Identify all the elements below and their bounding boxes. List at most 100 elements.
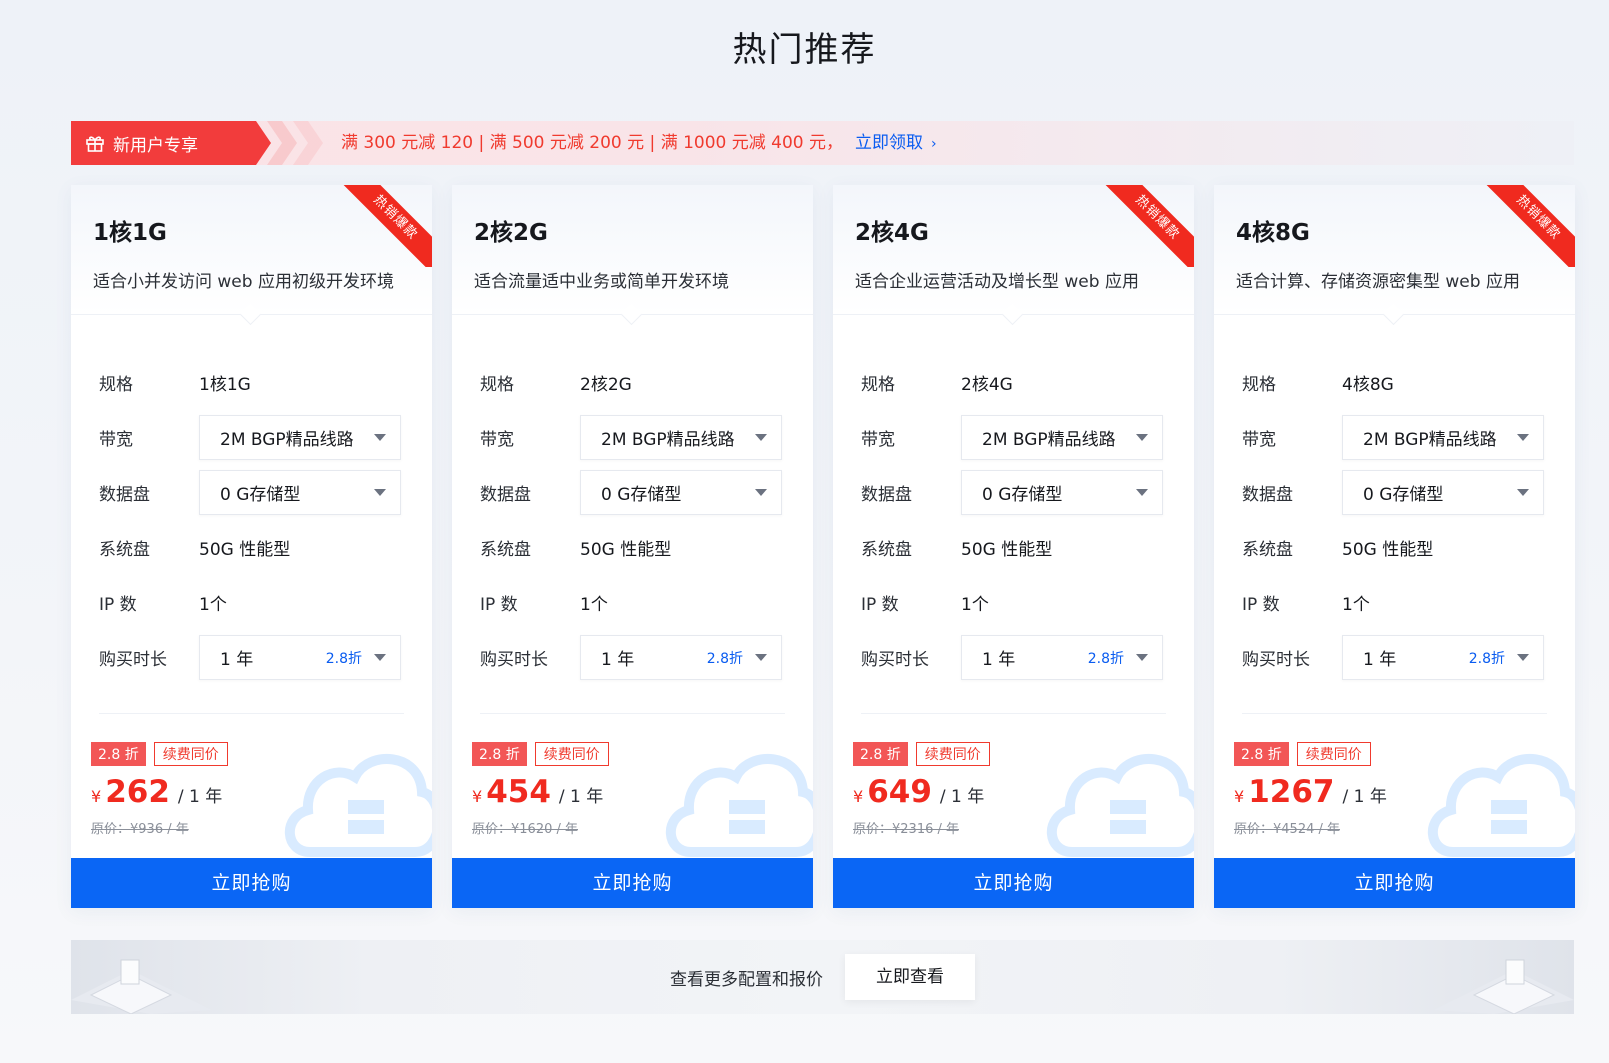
spec-value: 2核2G: [580, 375, 632, 395]
ip-count-value: 1个: [1342, 595, 1370, 615]
hot-ribbon-label: 热销爆款: [1479, 185, 1575, 267]
bandwidth-select[interactable]: 2M BGP精品线路: [1342, 415, 1544, 460]
server-illustration: [1434, 959, 1574, 1014]
system-disk-label: 系统盘: [861, 540, 912, 560]
server-illustration: [71, 959, 211, 1014]
caret-down-icon: [755, 489, 767, 496]
spec-value: 4核8G: [1342, 375, 1394, 395]
duration-discount: 2.8折: [1468, 650, 1505, 667]
duration-discount: 2.8折: [706, 650, 743, 667]
ip-count-label: IP 数: [861, 595, 899, 615]
spec-list: 规格 1核1G 带宽 2M BGP精品线路 数据盘 0 G存储型 系统盘 50G: [71, 315, 432, 685]
bandwidth-select[interactable]: 2M BGP精品线路: [199, 415, 401, 460]
caret-down-icon: [755, 654, 767, 661]
hot-ribbon-label: 热销爆款: [1098, 185, 1194, 267]
spec-row: 规格 1核1G: [99, 355, 404, 410]
data-disk-select[interactable]: 0 G存储型: [580, 470, 782, 515]
duration-select[interactable]: 1 年 2.8折: [199, 635, 401, 680]
card-title: 2核2G: [474, 220, 548, 246]
currency-symbol: ¥: [853, 787, 864, 806]
promo-tag-label: 新用户专享: [113, 135, 198, 156]
spec-list: 规格 2核2G 带宽 2M BGP精品线路 数据盘 0 G存储型 系统盘 50G: [452, 315, 813, 685]
data-disk-select[interactable]: 0 G存储型: [1342, 470, 1544, 515]
cloud-server-icon: [665, 754, 813, 857]
promo-offer-text: 满 300 元减 120 | 满 500 元减 200 元 | 满 1000 元…: [341, 133, 844, 153]
system-disk-row: 系统盘 50G 性能型: [99, 520, 404, 575]
caret-down-icon: [1517, 654, 1529, 661]
bandwidth-select[interactable]: 2M BGP精品线路: [580, 415, 782, 460]
ip-count-label: IP 数: [1242, 595, 1280, 615]
product-card: 2核2G 适合流量适中业务或简单开发环境 规格 2核2G 带宽 2M BGP精品…: [452, 185, 813, 908]
price-area: 2.8 折 续费同价 ¥ 454 / 1 年 原价：¥1620 / 年: [452, 714, 813, 864]
chevron-decoration: [267, 121, 297, 165]
duration-select[interactable]: 1 年 2.8折: [580, 635, 782, 680]
caret-down-icon: [1136, 654, 1148, 661]
price-area: 2.8 折 续费同价 ¥ 262 / 1 年 原价：¥936 / 年: [71, 714, 432, 864]
spec-label: 规格: [99, 375, 133, 395]
data-disk-value: 0 G存储型: [220, 485, 301, 505]
card-header: 4核8G 适合计算、存储资源密集型 web 应用 热销爆款: [1214, 185, 1575, 315]
data-disk-label: 数据盘: [1242, 485, 1293, 505]
caret-down-icon: [755, 434, 767, 441]
card-description: 适合流量适中业务或简单开发环境: [474, 272, 729, 292]
bandwidth-value: 2M BGP精品线路: [1363, 430, 1497, 450]
card-description: 适合计算、存储资源密集型 web 应用: [1236, 272, 1520, 292]
product-card: 2核4G 适合企业运营活动及增长型 web 应用 热销爆款 规格 2核4G 带宽…: [833, 185, 1194, 908]
card-header: 2核2G 适合流量适中业务或简单开发环境: [452, 185, 813, 315]
renew-badge: 续费同价: [153, 742, 228, 766]
duration-select[interactable]: 1 年 2.8折: [1342, 635, 1544, 680]
bandwidth-label: 带宽: [861, 430, 895, 450]
buy-now-button[interactable]: 立即抢购: [833, 858, 1194, 908]
system-disk-row: 系统盘 50G 性能型: [861, 520, 1166, 575]
price-area: 2.8 折 续费同价 ¥ 649 / 1 年 原价：¥2316 / 年: [833, 714, 1194, 864]
gift-icon: [86, 136, 104, 152]
data-disk-row: 数据盘 0 G存储型: [1242, 465, 1547, 520]
buy-now-button[interactable]: 立即抢购: [1214, 858, 1575, 908]
claim-link[interactable]: 立即领取 ›: [855, 133, 937, 153]
data-disk-value: 0 G存储型: [982, 485, 1063, 505]
claim-link-label: 立即领取: [855, 133, 924, 153]
duration-value: 1 年: [220, 650, 254, 670]
view-more-button[interactable]: 立即查看: [845, 954, 975, 1000]
ip-count-value: 1个: [199, 595, 227, 615]
renew-badge: 续费同价: [534, 742, 609, 766]
bandwidth-value: 2M BGP精品线路: [601, 430, 735, 450]
hot-ribbon: 热销爆款: [1479, 185, 1575, 267]
product-card: 4核8G 适合计算、存储资源密集型 web 应用 热销爆款 规格 4核8G 带宽…: [1214, 185, 1575, 908]
system-disk-label: 系统盘: [480, 540, 531, 560]
cloud-server-icon: [284, 754, 432, 857]
system-disk-label: 系统盘: [99, 540, 150, 560]
bandwidth-row: 带宽 2M BGP精品线路: [1242, 410, 1547, 465]
more-text: 查看更多配置和报价: [670, 969, 823, 990]
duration-row: 购买时长 1 年 2.8折: [99, 630, 404, 685]
caret-down-icon: [374, 654, 386, 661]
bandwidth-value: 2M BGP精品线路: [220, 430, 354, 450]
duration-select[interactable]: 1 年 2.8折: [961, 635, 1163, 680]
data-disk-value: 0 G存储型: [601, 485, 682, 505]
spec-list: 规格 4核8G 带宽 2M BGP精品线路 数据盘 0 G存储型 系统盘 50G: [1214, 315, 1575, 685]
ip-count-label: IP 数: [99, 595, 137, 615]
data-disk-value: 0 G存储型: [1363, 485, 1444, 505]
currency-symbol: ¥: [91, 787, 102, 806]
system-disk-value: 50G 性能型: [580, 540, 672, 560]
bandwidth-label: 带宽: [480, 430, 514, 450]
hot-ribbon-label: 热销爆款: [336, 185, 432, 267]
ip-count-row: IP 数 1个: [861, 575, 1166, 630]
duration-label: 购买时长: [99, 650, 167, 670]
bandwidth-select[interactable]: 2M BGP精品线路: [961, 415, 1163, 460]
price-value: 262: [105, 774, 170, 810]
ip-count-row: IP 数 1个: [99, 575, 404, 630]
system-disk-row: 系统盘 50G 性能型: [1242, 520, 1547, 575]
buy-now-button[interactable]: 立即抢购: [71, 858, 432, 908]
data-disk-select[interactable]: 0 G存储型: [961, 470, 1163, 515]
caret-down-icon: [374, 489, 386, 496]
duration-label: 购买时长: [1242, 650, 1310, 670]
duration-label: 购买时长: [480, 650, 548, 670]
duration-discount: 2.8折: [325, 650, 362, 667]
buy-now-button[interactable]: 立即抢购: [452, 858, 813, 908]
bandwidth-row: 带宽 2M BGP精品线路: [861, 410, 1166, 465]
price-period: / 1 年: [1342, 787, 1387, 807]
data-disk-select[interactable]: 0 G存储型: [199, 470, 401, 515]
duration-value: 1 年: [1363, 650, 1397, 670]
bandwidth-value: 2M BGP精品线路: [982, 430, 1116, 450]
